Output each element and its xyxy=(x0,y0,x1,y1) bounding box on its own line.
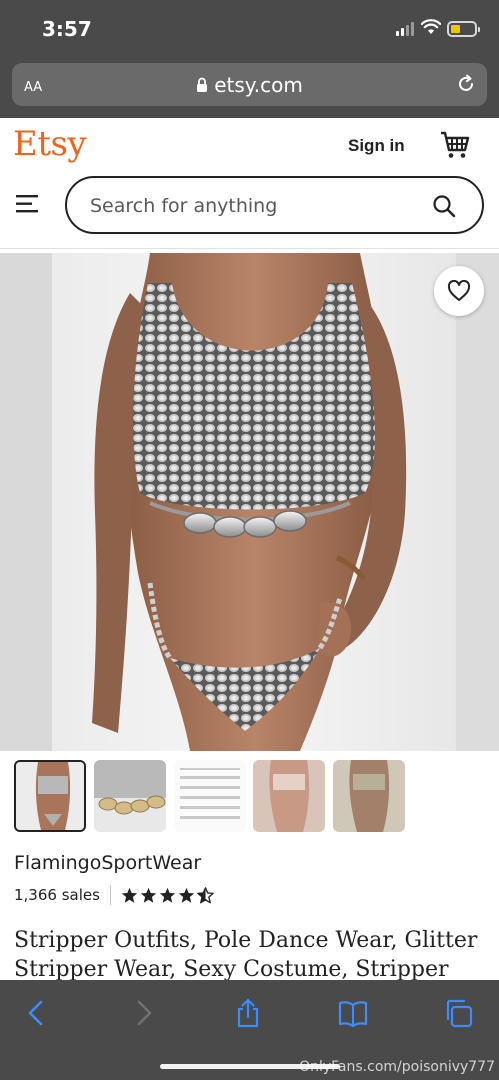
search-placeholder: Search for anything xyxy=(90,195,278,217)
divider xyxy=(109,885,111,905)
search-icon[interactable] xyxy=(432,194,456,218)
etsy-logo[interactable]: Etsy xyxy=(13,124,87,164)
heart-icon xyxy=(447,280,471,301)
status-bar: 3:57 xyxy=(0,0,499,60)
thumbnail-5[interactable] xyxy=(333,760,405,832)
thumbnail-3[interactable] xyxy=(174,760,246,832)
share-icon[interactable] xyxy=(233,998,263,1028)
battery-level xyxy=(451,25,460,33)
product-image[interactable] xyxy=(0,253,499,751)
star-icon xyxy=(140,887,157,903)
battery-icon xyxy=(447,21,480,37)
browser-top-bar: AA etsy.com xyxy=(0,60,499,118)
sign-in-link[interactable]: Sign in xyxy=(348,136,405,156)
sales-and-rating: 1,366 sales xyxy=(14,884,214,906)
listing-title: Stripper Outfits, Pole Dance Wear, Glitt… xyxy=(14,928,478,982)
address-bar[interactable]: AA etsy.com xyxy=(12,63,487,106)
favorite-button[interactable] xyxy=(434,266,484,316)
site-header: Etsy Sign in Search for anything xyxy=(0,118,499,249)
half-star-icon xyxy=(197,886,214,903)
star-icon xyxy=(121,887,138,903)
thumbnail-4[interactable] xyxy=(253,760,325,832)
thumbnail-1[interactable] xyxy=(14,760,86,832)
reload-icon[interactable] xyxy=(456,74,476,94)
thumbnail-2[interactable] xyxy=(94,760,166,832)
menu-icon[interactable] xyxy=(16,195,40,213)
tabs-icon[interactable] xyxy=(444,998,474,1028)
star-icon xyxy=(159,887,176,903)
status-time: 3:57 xyxy=(42,17,92,41)
url-text: etsy.com xyxy=(214,73,303,97)
sales-count: 1,366 sales xyxy=(14,886,100,904)
star-rating[interactable] xyxy=(121,886,214,904)
cart-icon[interactable] xyxy=(440,130,470,160)
bookmarks-icon[interactable] xyxy=(338,998,368,1028)
product-photo-illustration xyxy=(0,253,499,751)
url-display[interactable]: etsy.com xyxy=(12,73,487,97)
lock-icon xyxy=(197,77,208,92)
shop-name-link[interactable]: FlamingoSportWear xyxy=(14,852,201,874)
cellular-signal-icon xyxy=(396,22,416,36)
star-icon xyxy=(178,887,195,903)
search-input[interactable]: Search for anything xyxy=(65,176,484,234)
watermark-text: OnlyFans.com/poisonivy777 xyxy=(299,1059,495,1075)
wifi-icon xyxy=(421,19,441,34)
back-icon[interactable] xyxy=(22,998,52,1028)
forward-icon[interactable] xyxy=(128,998,158,1028)
